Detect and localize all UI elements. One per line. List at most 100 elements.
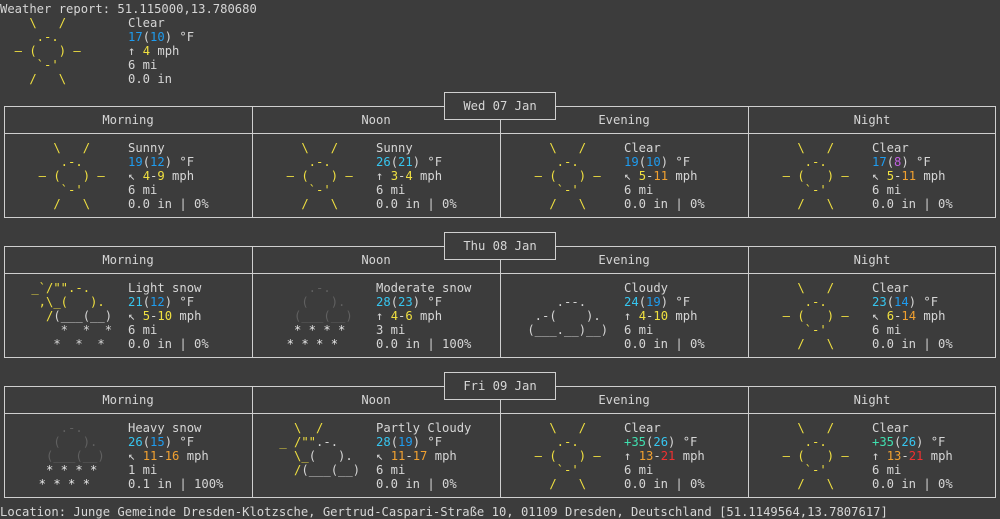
sunny-weather-icon: \ / .-. ― ( ) ― `-' / \ (520, 141, 616, 211)
period-condition: Light snow (128, 281, 202, 295)
period-info: Clear +35(26) °F ↑ 13-21 mph 6 mi 0.0 in… (624, 421, 705, 491)
current-info: Clear 17(10) °F ↑ 4 mph 6 mi 0.0 in (128, 16, 195, 86)
period-label-morning: Morning (102, 253, 154, 267)
lightsnow-weather-icon: _`/"".-. ,\_( ). /(___(__) * * * * * * (24, 281, 120, 351)
current-visibility: 6 mi (128, 58, 158, 72)
period-temp: 26 (376, 155, 391, 169)
period-temp: 26 (128, 435, 143, 449)
sunny-weather-icon: \ / .-. ― ( ) ― `-' / \ (768, 141, 864, 211)
period-condition: Clear (624, 421, 661, 435)
period-precip: 0.0 in | 0% (624, 337, 705, 351)
period-precip: 0.1 in | 100% (128, 477, 224, 491)
period-condition: Cloudy (624, 281, 669, 295)
period-info: Clear +35(26) °F ↑ 13-21 mph 6 mi 0.0 in… (872, 421, 953, 491)
period-label-evening: Evening (598, 113, 650, 127)
period-label-evening: Evening (598, 393, 650, 407)
period-precip: 0.0 in | 0% (872, 197, 953, 211)
wind-arrow-icon: ↑ (128, 44, 136, 58)
period-visibility: 6 mi (624, 463, 654, 477)
period-visibility: 6 mi (624, 183, 654, 197)
period-visibility: 6 mi (376, 463, 406, 477)
wind-arrow-icon: ↑ (624, 449, 632, 463)
period-label-night: Night (853, 113, 891, 127)
period-label-noon: Noon (361, 253, 391, 267)
location-footer: Location: Junge Gemeinde Dresden-Klotzsc… (0, 505, 888, 519)
period-label-noon: Noon (361, 393, 391, 407)
wind-arrow-icon: ↖ (872, 309, 880, 323)
wind-arrow-icon: ↖ (128, 449, 136, 463)
period-condition: Heavy snow (128, 421, 202, 435)
period-condition: Clear (872, 141, 909, 155)
period-info: Cloudy 24(19) °F ↑ 4-10 mph 6 mi 0.0 in … (624, 281, 705, 351)
period-visibility: 6 mi (376, 183, 406, 197)
partly-weather-icon: \ / _ /"".-. \_( ). /(___(__) (272, 421, 368, 477)
period-condition: Moderate snow (376, 281, 472, 295)
period-visibility: 6 mi (872, 183, 902, 197)
period-precip: 0.0 in | 0% (624, 197, 705, 211)
period-temp: 21 (128, 295, 143, 309)
wind-arrow-icon: ↖ (872, 169, 880, 183)
sunny-weather-icon: \ / .-. ― ( ) ― `-' / \ (768, 421, 864, 491)
period-label-night: Night (853, 253, 891, 267)
current-precip: 0.0 in (128, 72, 173, 86)
period-visibility: 6 mi (128, 323, 158, 337)
sunny-weather-icon: \ / .-. ― ( ) ― `-' / \ (768, 281, 864, 351)
period-info: Sunny 19(12) °F ↖ 4-9 mph 6 mi 0.0 in | … (128, 141, 209, 211)
period-precip: 0.0 in | 0% (128, 197, 209, 211)
period-label-evening: Evening (598, 253, 650, 267)
period-visibility: 6 mi (624, 323, 654, 337)
period-visibility: 6 mi (128, 183, 158, 197)
period-label-noon: Noon (361, 113, 391, 127)
period-visibility: 6 mi (872, 323, 902, 337)
wind-arrow-icon: ↑ (376, 169, 384, 183)
period-info: Clear 17(8) °F ↖ 5-11 mph 6 mi 0.0 in | … (872, 141, 953, 211)
period-info: Partly Cloudy 28(19) °F ↖ 11-17 mph 6 mi… (376, 421, 472, 491)
period-precip: 0.0 in | 0% (872, 477, 953, 491)
period-info: Clear 19(10) °F ↖ 5-11 mph 6 mi 0.0 in |… (624, 141, 705, 211)
period-precip: 0.0 in | 0% (128, 337, 209, 351)
period-info: Sunny 26(21) °F ↑ 3-4 mph 6 mi 0.0 in | … (376, 141, 457, 211)
wind-arrow-icon: ↖ (128, 169, 136, 183)
period-temp: 24 (624, 295, 639, 309)
wind-arrow-icon: ↖ (624, 169, 632, 183)
period-condition: Clear (872, 281, 909, 295)
modsnow-weather-icon: .-. ( ). (___(__) * * * * * * * * (272, 281, 368, 351)
wind-arrow-icon: ↑ (872, 449, 880, 463)
period-temp: +35 (624, 435, 647, 449)
sunny-weather-icon: \ / .-. ― ( ) ― `-' / \ (24, 141, 120, 211)
period-precip: 0.0 in | 0% (624, 477, 705, 491)
period-label-morning: Morning (102, 113, 154, 127)
period-precip: 0.0 in | 100% (376, 337, 472, 351)
report-title: Weather report: 51.115000,13.780680 (0, 2, 257, 16)
heavysnow-weather-icon: .-. ( ). (___(__) * * * * * * * * (24, 421, 120, 491)
period-temp: 28 (376, 295, 391, 309)
period-temp: 28 (376, 435, 391, 449)
period-precip: 0.0 in | 0% (376, 197, 457, 211)
period-temp: 23 (872, 295, 887, 309)
period-label-night: Night (853, 393, 891, 407)
period-info: Moderate snow 28(23) °F ↑ 4-6 mph 3 mi 0… (376, 281, 472, 351)
period-temp: +35 (872, 435, 895, 449)
period-temp: 17 (872, 155, 887, 169)
period-temp: 19 (624, 155, 639, 169)
wind-arrow-icon: ↖ (376, 449, 384, 463)
period-precip: 0.0 in | 0% (376, 477, 457, 491)
sunny-weather-icon: \ / .-. ― ( ) ― `-' / \ (520, 421, 616, 491)
period-condition: Clear (624, 141, 661, 155)
period-precip: 0.0 in | 0% (872, 337, 953, 351)
wind-arrow-icon: ↑ (376, 309, 384, 323)
sunny-weather-icon: \ / .-. ― ( ) ― `-' / \ (272, 141, 368, 211)
period-visibility: 1 mi (128, 463, 158, 477)
period-info: Heavy snow 26(15) °F ↖ 11-16 mph 1 mi 0.… (128, 421, 224, 491)
wind-arrow-icon: ↑ (624, 309, 632, 323)
current-condition: Clear (128, 16, 165, 30)
period-visibility: 3 mi (376, 323, 406, 337)
current-temp: 17 (128, 30, 143, 44)
period-visibility: 6 mi (872, 463, 902, 477)
period-condition: Sunny (376, 141, 413, 155)
period-condition: Partly Cloudy (376, 421, 472, 435)
period-info: Light snow 21(12) °F ↖ 5-10 mph 6 mi 0.0… (128, 281, 209, 351)
period-condition: Clear (872, 421, 909, 435)
sun-icon: \ / .-. ― ( ) ― `-' / \ (0, 16, 96, 86)
period-temp: 19 (128, 155, 143, 169)
